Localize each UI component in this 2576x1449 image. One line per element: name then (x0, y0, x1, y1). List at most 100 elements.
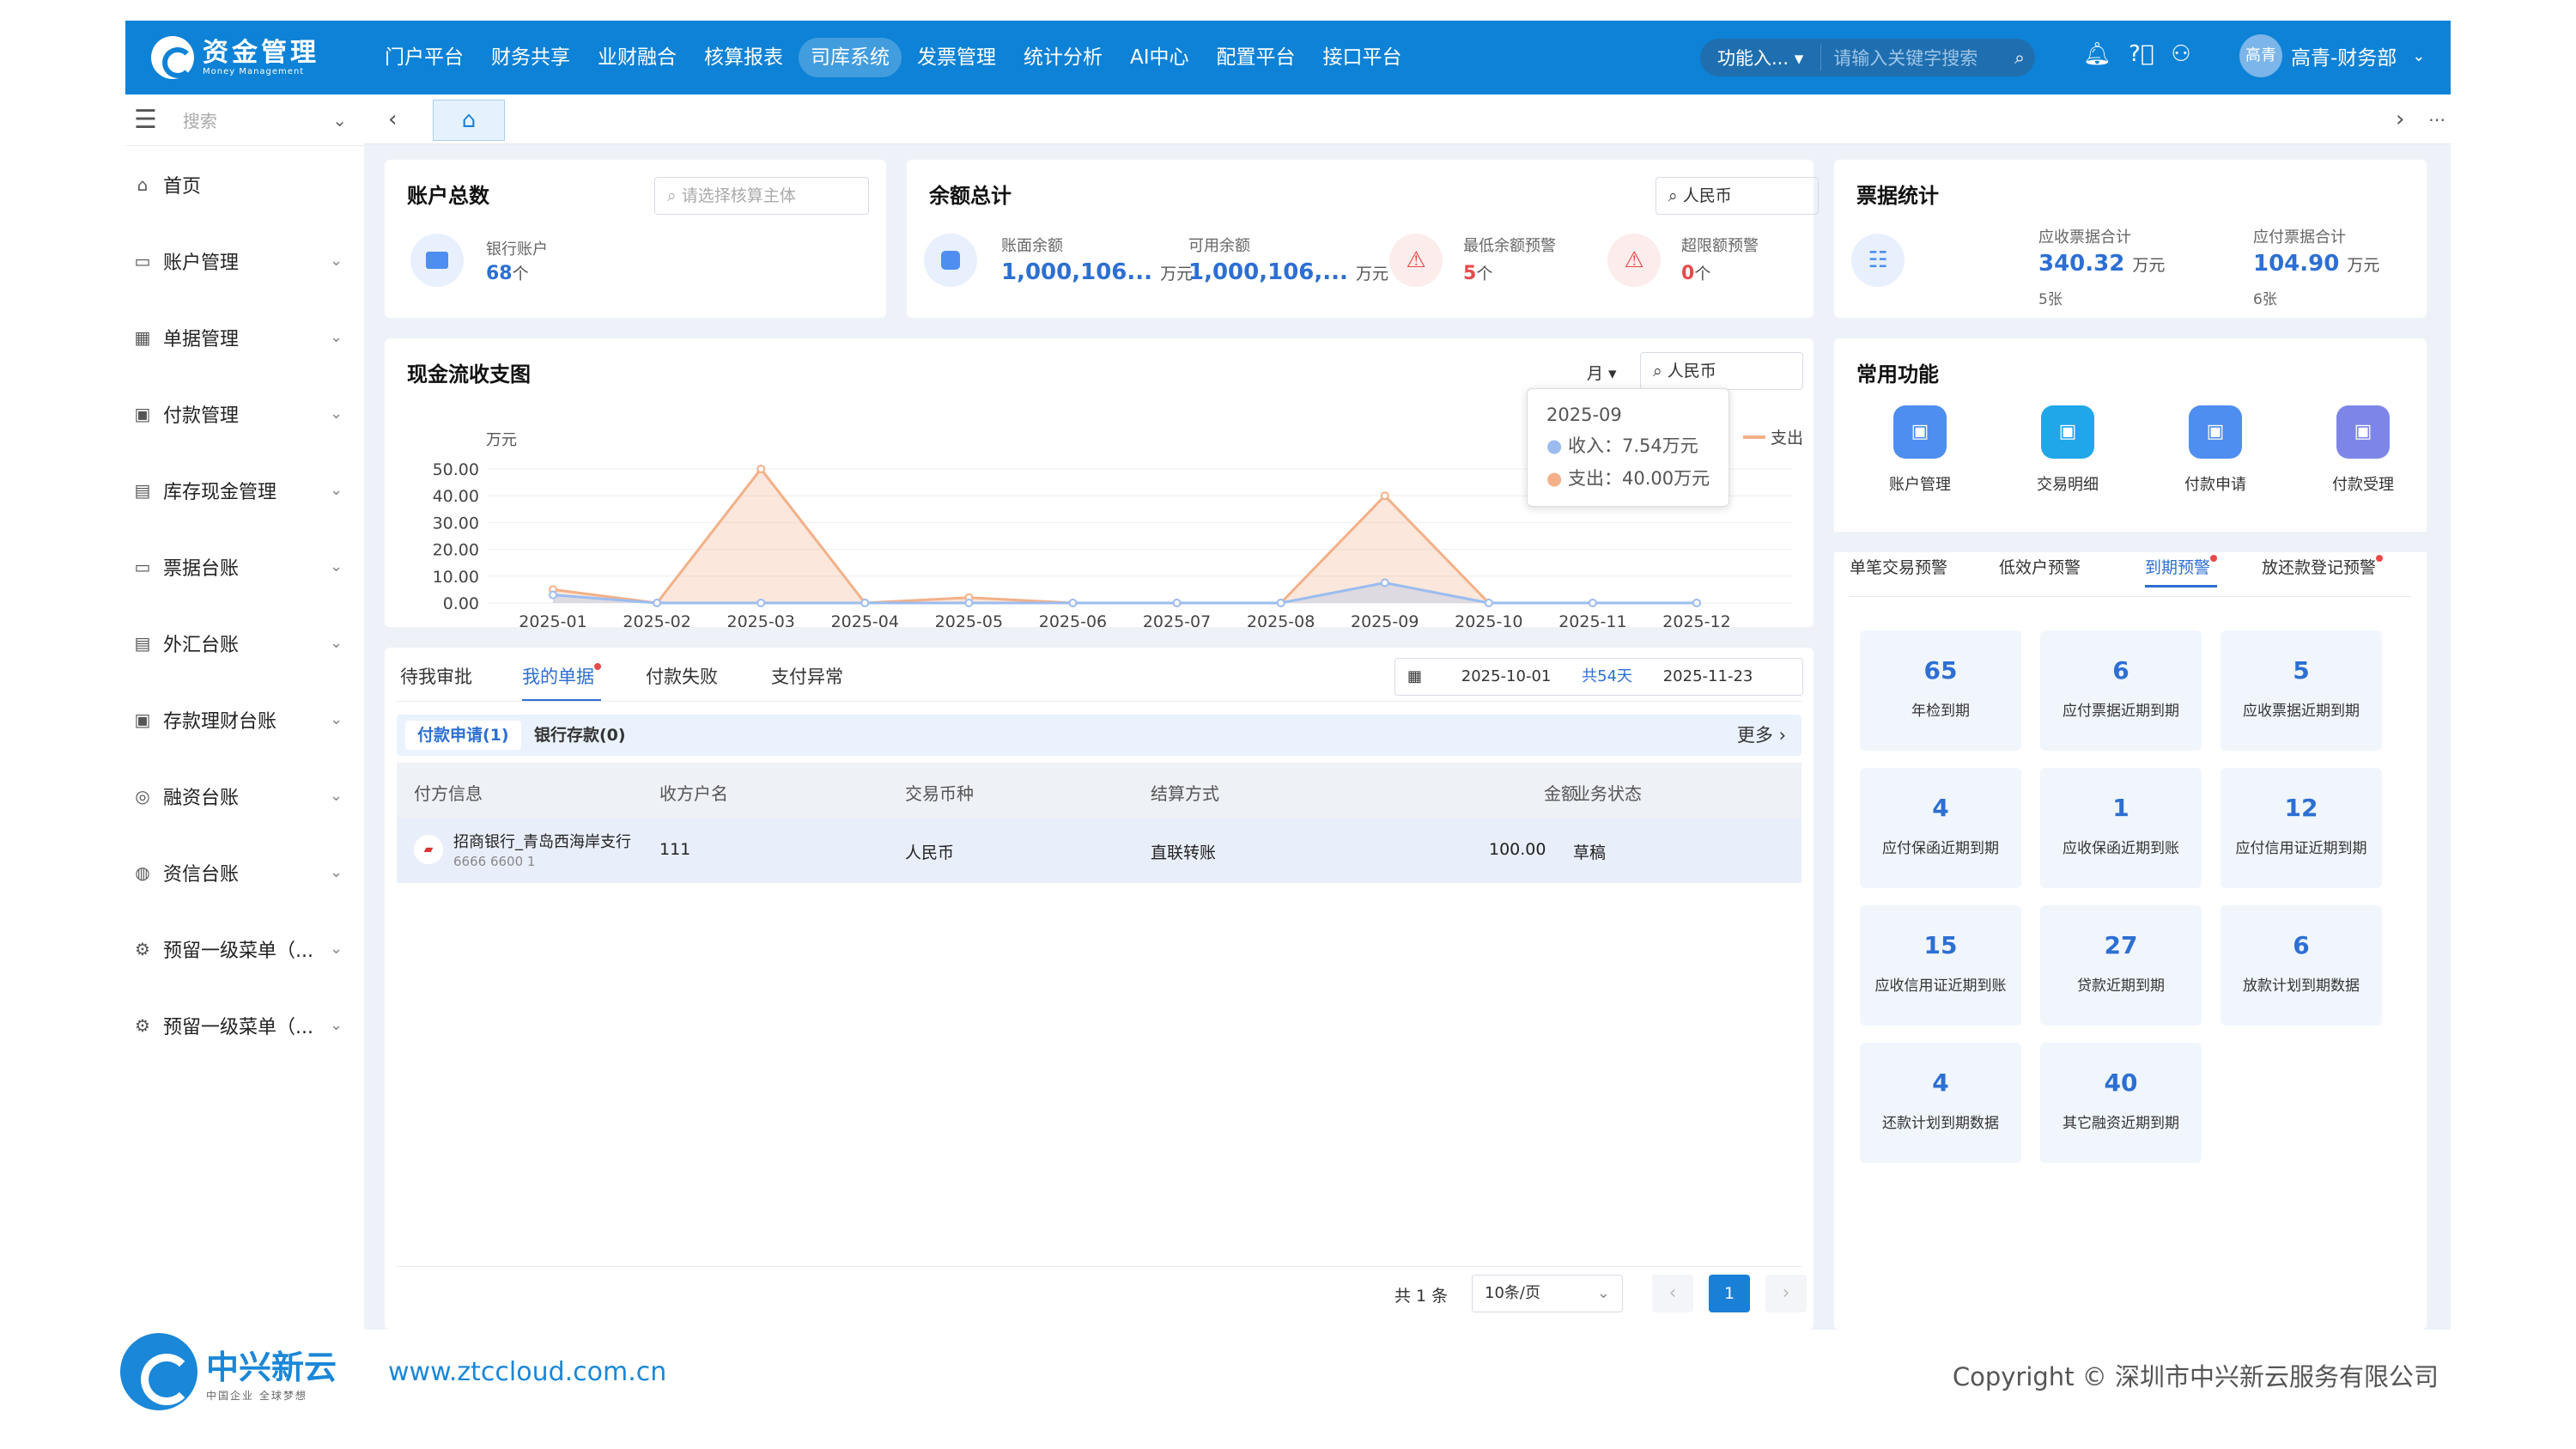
entity-select[interactable]: ⌕ 请选择核算主体 (654, 177, 869, 215)
min-balance-value[interactable]: 5个 (1463, 261, 1492, 284)
warning-tile[interactable]: 12 应付信用证近期到期 (2221, 768, 2382, 888)
available-balance-value[interactable]: 1,000,106,... 万元 (1188, 259, 1388, 285)
user-icon[interactable]: ⚇ (2171, 41, 2190, 67)
help-icon[interactable]: ?⃝ (2129, 41, 2154, 67)
y-axis-unit: 万元 (486, 431, 517, 449)
sidebar-item-label: 账户管理 (163, 252, 240, 274)
bell-icon[interactable]: 🔔︎ (2083, 41, 2111, 67)
doc-tab[interactable]: 我的单据 (522, 663, 601, 702)
tab-prev-button[interactable]: ‹ (388, 94, 397, 144)
page-1-button[interactable]: 1 (1709, 1275, 1750, 1312)
site-url[interactable]: www.ztccloud.com.cn (388, 1357, 666, 1387)
nav-item[interactable]: 业财融合 (586, 38, 689, 77)
next-page-button[interactable]: › (1765, 1275, 1807, 1312)
sidebar-item[interactable]: ▣ 付款管理 ⌄ (125, 375, 364, 452)
page-size-select[interactable]: 10条/页 ⌄ (1472, 1275, 1623, 1312)
tab-next-button[interactable]: › (2396, 94, 2404, 144)
subtab-payment-apply[interactable]: 付款申请(1) (405, 721, 521, 750)
payable-value[interactable]: 104.90 万元 (2253, 251, 2379, 277)
subtab-bank-deposit[interactable]: 银行存款(0) (534, 721, 626, 750)
bank-account-count[interactable]: 68个 (486, 261, 529, 284)
receivable-value[interactable]: 340.32 万元 (2038, 251, 2165, 277)
doc-tab[interactable]: 付款失败 (646, 663, 718, 689)
chevron-down-icon: ⌄ (330, 481, 343, 499)
payable-label: 应付票据合计 (2253, 228, 2346, 247)
nav-item[interactable]: 配置平台 (1205, 38, 1308, 77)
sidebar-item[interactable]: ▭ 票据台账 ⌄ (125, 528, 364, 605)
book-balance-value[interactable]: 1,000,106... 万元 (1001, 259, 1193, 285)
over-limit-value[interactable]: 0个 (1681, 261, 1710, 284)
sidebar-item[interactable]: ▤ 外汇台账 ⌄ (125, 605, 364, 681)
table-row[interactable]: ▰ 招商银行_青岛西海岸支行 6666 6600 1 111 人民币 直联转账 … (397, 818, 1801, 883)
sidebar-item[interactable]: ▣ 存款理财台账 ⌄ (125, 681, 364, 758)
global-search[interactable]: 功能入... ▾ 请输入关键字搜索 ⌕ (1700, 39, 2035, 76)
sidebar-item[interactable]: ⌂ 首页 (125, 146, 364, 222)
warning-tile[interactable]: 65 年检到期 (1860, 630, 2021, 751)
warning-count: 15 (1923, 931, 1958, 959)
sidebar-item[interactable]: ◎ 融资台账 ⌄ (125, 758, 364, 834)
search-input[interactable]: 请输入关键字搜索 (1821, 45, 2004, 70)
warning-tab[interactable]: 放还款登记预警 (2262, 555, 2384, 578)
nav-item[interactable]: 发票管理 (905, 38, 1008, 77)
warning-tab-label: 放还款登记预警 (2262, 558, 2377, 577)
y-tick-label: 10.00 (433, 568, 479, 587)
warning-tab[interactable]: 到期预警 (2145, 555, 2218, 588)
date-start[interactable]: 2025-10-01 (1461, 667, 1552, 685)
x-tick-label: 2025-06 (1039, 612, 1107, 627)
home-icon: ⌂ (461, 107, 477, 133)
nav-item[interactable]: 门户平台 (373, 38, 476, 77)
nav-item[interactable]: 接口平台 (1311, 38, 1414, 77)
warning-tile[interactable]: 27 贷款近期到期 (2040, 905, 2202, 1026)
warning-tile[interactable]: 1 应收保函近期到账 (2040, 768, 2202, 888)
quick-item[interactable]: ▣ 付款申请 (2164, 405, 2267, 495)
sidebar-item[interactable]: ◍ 资信台账 ⌄ (125, 834, 364, 910)
warning-tile[interactable]: 6 应付票据近期到期 (2040, 630, 2202, 751)
quick-item[interactable]: ▣ 交易明细 (2016, 405, 2119, 495)
prev-page-button[interactable]: ‹ (1652, 1275, 1693, 1312)
warning-count: 12 (2284, 794, 2318, 822)
sidebar-item[interactable]: ⚙ 预留一级菜单（... ⌄ (125, 910, 364, 987)
quick-item[interactable]: ▣ 付款受理 (2312, 405, 2415, 495)
user-name: 高青-财务部 (2291, 47, 2397, 70)
nav-item[interactable]: 统计分析 (1012, 38, 1115, 77)
doc-tab[interactable]: 待我审批 (400, 663, 472, 689)
sidebar-search-input[interactable]: 搜索 (183, 107, 217, 132)
currency-select[interactable]: ⌕ 人民币 (1656, 177, 1819, 215)
date-range-picker[interactable]: ▦ 2025-10-01 共54天 2025-11-23 (1394, 658, 1803, 696)
bill-stats-icon: ☷ (1851, 234, 1905, 287)
warning-tab[interactable]: 单笔交易预警 (1850, 555, 1947, 578)
data-point (549, 590, 557, 600)
total-count: 共 1 条 (1394, 1287, 1449, 1306)
warning-tile[interactable]: 4 应付保函近期到期 (1860, 768, 2021, 888)
user-menu[interactable]: 高青 高青-财务部 ⌄ (2239, 34, 2425, 77)
warning-tile[interactable]: 5 应收票据近期到期 (2221, 630, 2382, 751)
sidebar-item[interactable]: ⚙ 预留一级菜单（... ⌄ (125, 987, 364, 1063)
warning-tile[interactable]: 4 还款计划到期数据 (1860, 1043, 2021, 1163)
home-tab[interactable]: ⌂ (433, 100, 505, 141)
nav-item[interactable]: 司库系统 (799, 38, 902, 77)
nav-item[interactable]: AI中心 (1118, 38, 1201, 77)
function-entry-select[interactable]: 功能入... ▾ (1700, 45, 1822, 70)
sidebar-item[interactable]: ▦ 单据管理 ⌄ (125, 299, 364, 375)
more-link[interactable]: 更多 › (1737, 721, 1786, 750)
quick-item[interactable]: ▣ 账户管理 (1868, 405, 1971, 495)
sidebar-search[interactable]: ☰ 搜索 ⌄ (125, 94, 364, 146)
search-icon[interactable]: ⌕ (2004, 47, 2035, 69)
warning-tile[interactable]: 40 其它融资近期到期 (2040, 1043, 2202, 1163)
app-logo[interactable]: 资金管理 Money Management (151, 33, 319, 82)
warning-tile[interactable]: 15 应收信用证近期到账 (1860, 905, 2021, 1026)
doc-tab[interactable]: 支付异常 (771, 663, 843, 689)
more-icon[interactable]: ⋯ (2428, 94, 2445, 144)
x-tick-label: 2025-01 (519, 612, 586, 627)
divider (1850, 596, 2411, 597)
nav-item[interactable]: 财务共享 (479, 38, 582, 77)
sidebar-item[interactable]: ▤ 库存现金管理 ⌄ (125, 452, 364, 528)
menu-icon[interactable]: ☰ (134, 105, 157, 135)
warning-tile[interactable]: 6 放款计划到期数据 (2221, 905, 2382, 1026)
warning-tab[interactable]: 低效户预警 (1999, 555, 2081, 578)
date-end[interactable]: 2025-11-23 (1663, 667, 1753, 685)
nav-item[interactable]: 核算报表 (692, 38, 795, 77)
warning-label: 应付信用证近期到期 (2235, 840, 2367, 857)
sidebar-item[interactable]: ▭ 账户管理 ⌄ (125, 222, 364, 299)
warning-count: 4 (1932, 794, 1949, 822)
